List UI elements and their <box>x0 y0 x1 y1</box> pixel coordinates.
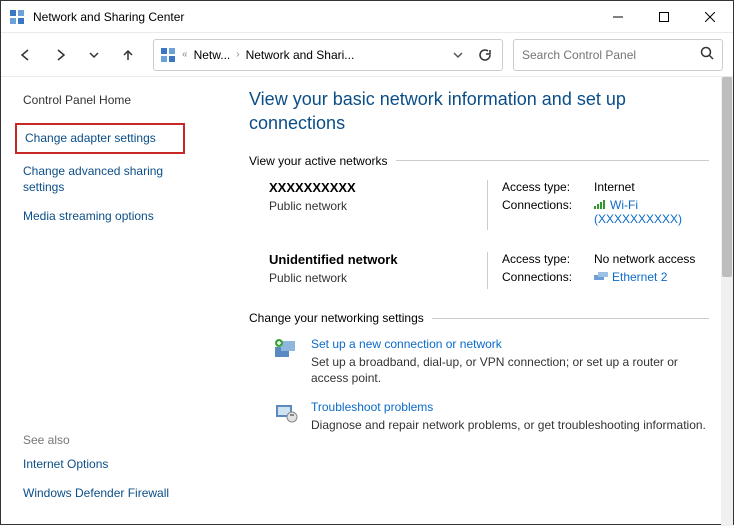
search-box[interactable] <box>513 39 723 71</box>
breadcrumb-item[interactable]: Netw... <box>194 48 231 62</box>
chevron-right-icon: › <box>236 49 239 60</box>
link-troubleshoot[interactable]: Troubleshoot problems <box>311 400 706 414</box>
link-setup-connection[interactable]: Set up a new connection or network <box>311 337 709 351</box>
titlebar: Network and Sharing Center <box>1 1 733 33</box>
content: View your basic network information and … <box>221 77 733 526</box>
section-label: View your active networks <box>249 154 388 168</box>
back-button[interactable] <box>11 40 41 70</box>
setup-connection-block: Set up a new connection or network Set u… <box>273 337 709 386</box>
divider <box>396 160 709 161</box>
forward-button[interactable] <box>45 40 75 70</box>
network-name: XXXXXXXXXX <box>269 180 469 195</box>
network-center-icon <box>160 47 176 63</box>
section-change-settings: Change your networking settings <box>249 311 709 325</box>
troubleshoot-icon <box>273 400 299 426</box>
desc-setup-connection: Set up a broadband, dial-up, or VPN conn… <box>311 355 709 386</box>
search-input[interactable] <box>522 48 700 62</box>
breadcrumb-item[interactable]: Network and Shari... <box>246 48 355 62</box>
search-icon[interactable] <box>700 46 714 63</box>
link-connection[interactable]: Wi-Fi (XXXXXXXXXX) <box>594 198 709 227</box>
scrollbar-thumb[interactable] <box>722 77 732 277</box>
setup-connection-icon <box>273 337 299 363</box>
network-center-icon <box>9 9 25 25</box>
label-connections: Connections: <box>502 198 594 227</box>
network-type: Public network <box>269 199 469 213</box>
label-access-type: Access type: <box>502 180 594 194</box>
breadcrumb-prefix: « <box>182 49 188 60</box>
page-heading: View your basic network information and … <box>249 87 709 136</box>
section-label: Change your networking settings <box>249 311 424 325</box>
sidebar-change-adapter-settings[interactable]: Change adapter settings <box>15 123 185 155</box>
troubleshoot-block: Troubleshoot problems Diagnose and repai… <box>273 400 709 434</box>
minimize-button[interactable] <box>595 1 641 33</box>
sidebar-internet-options[interactable]: Internet Options <box>23 457 207 473</box>
value-access-type: Internet <box>594 180 709 194</box>
see-also-heading: See also <box>23 433 207 447</box>
network-row: XXXXXXXXXX Public network Access type: I… <box>269 180 709 231</box>
close-button[interactable] <box>687 1 733 33</box>
history-dropdown[interactable] <box>79 40 109 70</box>
wifi-icon <box>594 198 606 212</box>
sidebar-control-panel-home[interactable]: Control Panel Home <box>23 93 207 109</box>
vertical-scrollbar[interactable] <box>721 77 733 526</box>
label-access-type: Access type: <box>502 252 594 266</box>
ethernet-icon <box>594 271 608 285</box>
toolbar: « Netw... › Network and Shari... <box>1 33 733 77</box>
network-name: Unidentified network <box>269 252 469 267</box>
desc-troubleshoot: Diagnose and repair network problems, or… <box>311 418 706 434</box>
sidebar-change-advanced-sharing[interactable]: Change advanced sharing settings <box>23 164 207 195</box>
address-dropdown[interactable] <box>448 49 468 61</box>
link-connection[interactable]: Ethernet 2 <box>594 270 709 285</box>
maximize-button[interactable] <box>641 1 687 33</box>
label-connections: Connections: <box>502 270 594 285</box>
connection-name: Wi-Fi (XXXXXXXXXX) <box>594 198 682 227</box>
divider <box>432 318 709 319</box>
network-row: Unidentified network Public network Acce… <box>269 252 709 289</box>
sidebar-media-streaming-options[interactable]: Media streaming options <box>23 209 207 225</box>
up-button[interactable] <box>113 40 143 70</box>
refresh-button[interactable] <box>474 48 496 62</box>
sidebar-windows-defender-firewall[interactable]: Windows Defender Firewall <box>23 486 207 502</box>
address-bar[interactable]: « Netw... › Network and Shari... <box>153 39 503 71</box>
body: Control Panel Home Change adapter settin… <box>1 77 733 526</box>
section-active-networks: View your active networks <box>249 154 709 168</box>
connection-name: Ethernet 2 <box>612 270 667 284</box>
window-title: Network and Sharing Center <box>33 10 595 24</box>
sidebar: Control Panel Home Change adapter settin… <box>1 77 221 526</box>
network-type: Public network <box>269 271 469 285</box>
value-access-type: No network access <box>594 252 709 266</box>
